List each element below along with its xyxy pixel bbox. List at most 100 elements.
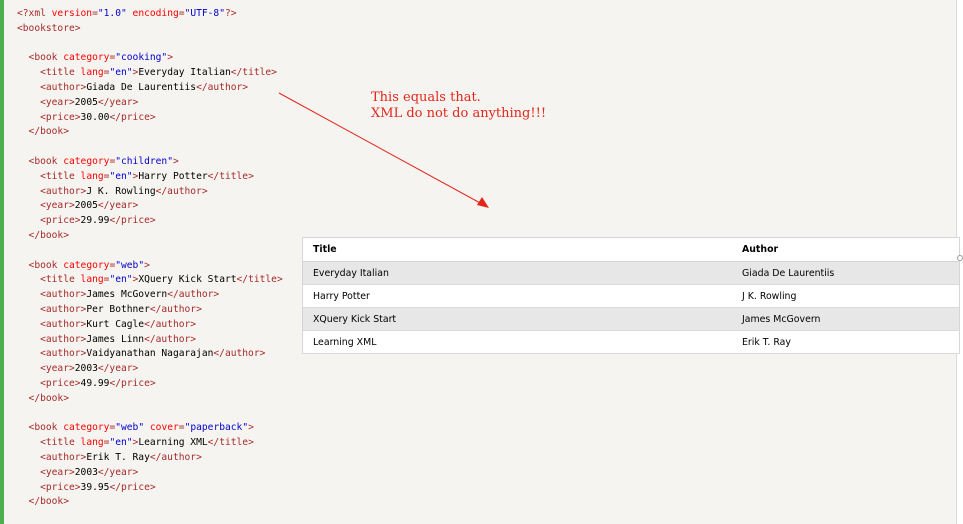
cell-author: Erik T. Ray bbox=[732, 330, 960, 354]
code-token: "en" bbox=[109, 437, 133, 449]
code-text: 2005 bbox=[74, 96, 98, 108]
code-token: <author> bbox=[17, 289, 87, 301]
code-token: <year> bbox=[17, 200, 75, 212]
code-text: Harry Potter bbox=[138, 170, 208, 182]
code-token: <year> bbox=[17, 96, 75, 108]
code-token: </year> bbox=[97, 96, 139, 108]
code-line: </book> bbox=[17, 229, 283, 244]
code-line: <book category="children"> bbox=[17, 155, 283, 170]
code-token: "children" bbox=[115, 155, 173, 167]
code-token: > bbox=[167, 52, 173, 64]
code-token: <author> bbox=[17, 303, 87, 315]
code-token: <author> bbox=[17, 451, 87, 463]
code-token: </year> bbox=[97, 363, 139, 375]
code-line: <price>49.99</price> bbox=[17, 377, 283, 392]
code-token: </author> bbox=[213, 348, 266, 360]
table-header-row: Title Author bbox=[302, 237, 960, 262]
code-text: 49.99 bbox=[80, 377, 110, 389]
cell-title: Everyday Italian bbox=[302, 261, 732, 285]
code-token: "en" bbox=[109, 67, 133, 79]
code-line: <title lang="en">XQuery Kick Start</titl… bbox=[17, 273, 283, 288]
code-token: </author> bbox=[144, 318, 197, 330]
resize-handle[interactable] bbox=[957, 255, 963, 261]
header-title: Title bbox=[302, 237, 732, 262]
code-token: <author> bbox=[17, 185, 87, 197]
code-line: </book> bbox=[17, 495, 283, 510]
code-token: <book bbox=[17, 259, 64, 271]
code-line: <book category="web"> bbox=[17, 259, 283, 274]
code-token: category bbox=[63, 259, 110, 271]
code-token: </year> bbox=[97, 466, 139, 478]
code-token: </author> bbox=[155, 185, 208, 197]
code-token: > bbox=[172, 155, 179, 167]
code-text: James Linn bbox=[86, 333, 145, 345]
code-token: <price> bbox=[17, 377, 81, 389]
code-line: <price>39.95</price> bbox=[17, 481, 283, 496]
annotation-line-1: This equals that. bbox=[371, 90, 481, 105]
code-token: "cooking" bbox=[115, 52, 168, 64]
code-token: "UTF-8" bbox=[184, 8, 225, 19]
books-table: Title Author Everyday Italian Giada De L… bbox=[302, 237, 960, 354]
code-line: <title lang="en">Learning XML</title> bbox=[17, 436, 283, 451]
code-token: </author> bbox=[167, 289, 220, 301]
code-token: > bbox=[144, 259, 150, 271]
xml-code-block: <?xml version="1.0" encoding="UTF-8"?> <b… bbox=[17, 7, 283, 510]
cell-author: James McGovern bbox=[732, 307, 960, 331]
code-text: 39.95 bbox=[80, 481, 110, 493]
table-row: XQuery Kick Start James McGovern bbox=[302, 307, 960, 331]
cell-title: Harry Potter bbox=[302, 284, 732, 308]
annotation-note: This equals that. XML do not do anything!… bbox=[371, 90, 546, 121]
code-token: category bbox=[63, 155, 110, 167]
code-text: Per Bothner bbox=[86, 303, 150, 315]
code-token: "paperback" bbox=[184, 422, 249, 434]
code-token: </price> bbox=[109, 111, 156, 123]
code-text: Giada De Laurentiis bbox=[86, 81, 197, 93]
code-line: <author>Vaidyanathan Nagarajan</author> bbox=[17, 347, 283, 362]
code-text: Kurt Cagle bbox=[86, 318, 145, 330]
table-row: Everyday Italian Giada De Laurentiis bbox=[302, 261, 960, 285]
code-token: </book> bbox=[17, 392, 69, 404]
cell-author: J K. Rowling bbox=[732, 284, 960, 308]
code-line: <author>Kurt Cagle</author> bbox=[17, 318, 283, 333]
code-token: cover bbox=[149, 422, 179, 434]
code-token: lang bbox=[80, 67, 104, 79]
code-token: </book> bbox=[17, 229, 69, 241]
code-token: <price> bbox=[17, 111, 81, 123]
code-line: <year>2003</year> bbox=[17, 362, 283, 377]
code-line: <price>29.99</price> bbox=[17, 214, 283, 229]
code-token: category bbox=[63, 422, 110, 434]
code-text: James McGovern bbox=[86, 289, 168, 301]
code-line: </book> bbox=[17, 125, 283, 140]
code-token: </title> bbox=[207, 437, 254, 449]
cell-author: Giada De Laurentiis bbox=[732, 261, 960, 285]
code-line: <author>Per Bothner</author> bbox=[17, 303, 283, 318]
code-token: </author> bbox=[144, 333, 197, 345]
code-line: <year>2005</year> bbox=[17, 96, 283, 111]
code-token: </author> bbox=[196, 81, 249, 93]
code-token: <price> bbox=[17, 481, 81, 493]
code-token: <book bbox=[17, 52, 64, 64]
code-line: <book category="cooking"> bbox=[17, 51, 283, 66]
code-token: <title bbox=[17, 437, 81, 449]
code-token: </author> bbox=[149, 451, 202, 463]
code-token: <author> bbox=[17, 318, 87, 330]
cell-title: XQuery Kick Start bbox=[302, 307, 732, 331]
code-token: </title> bbox=[207, 170, 254, 182]
code-token: lang bbox=[80, 170, 104, 182]
code-token: </price> bbox=[109, 377, 156, 389]
code-token: encoding bbox=[132, 8, 179, 19]
code-line: <price>30.00</price> bbox=[17, 111, 283, 126]
code-text: 29.99 bbox=[80, 215, 110, 227]
code-token: <year> bbox=[17, 363, 75, 375]
code-token: <title bbox=[17, 274, 81, 286]
header-author: Author bbox=[732, 237, 960, 262]
code-token: </author> bbox=[149, 303, 202, 315]
code-token: <author> bbox=[17, 348, 87, 360]
code-token: "en" bbox=[109, 170, 133, 182]
code-line: </book> bbox=[17, 392, 283, 407]
code-line: <author>James McGovern</author> bbox=[17, 288, 283, 303]
code-line: <title lang="en">Harry Potter</title> bbox=[17, 170, 283, 185]
code-token: <?xml bbox=[17, 8, 52, 19]
code-token: "1.0" bbox=[97, 8, 127, 19]
code-line: <author>Erik T. Ray</author> bbox=[17, 451, 283, 466]
